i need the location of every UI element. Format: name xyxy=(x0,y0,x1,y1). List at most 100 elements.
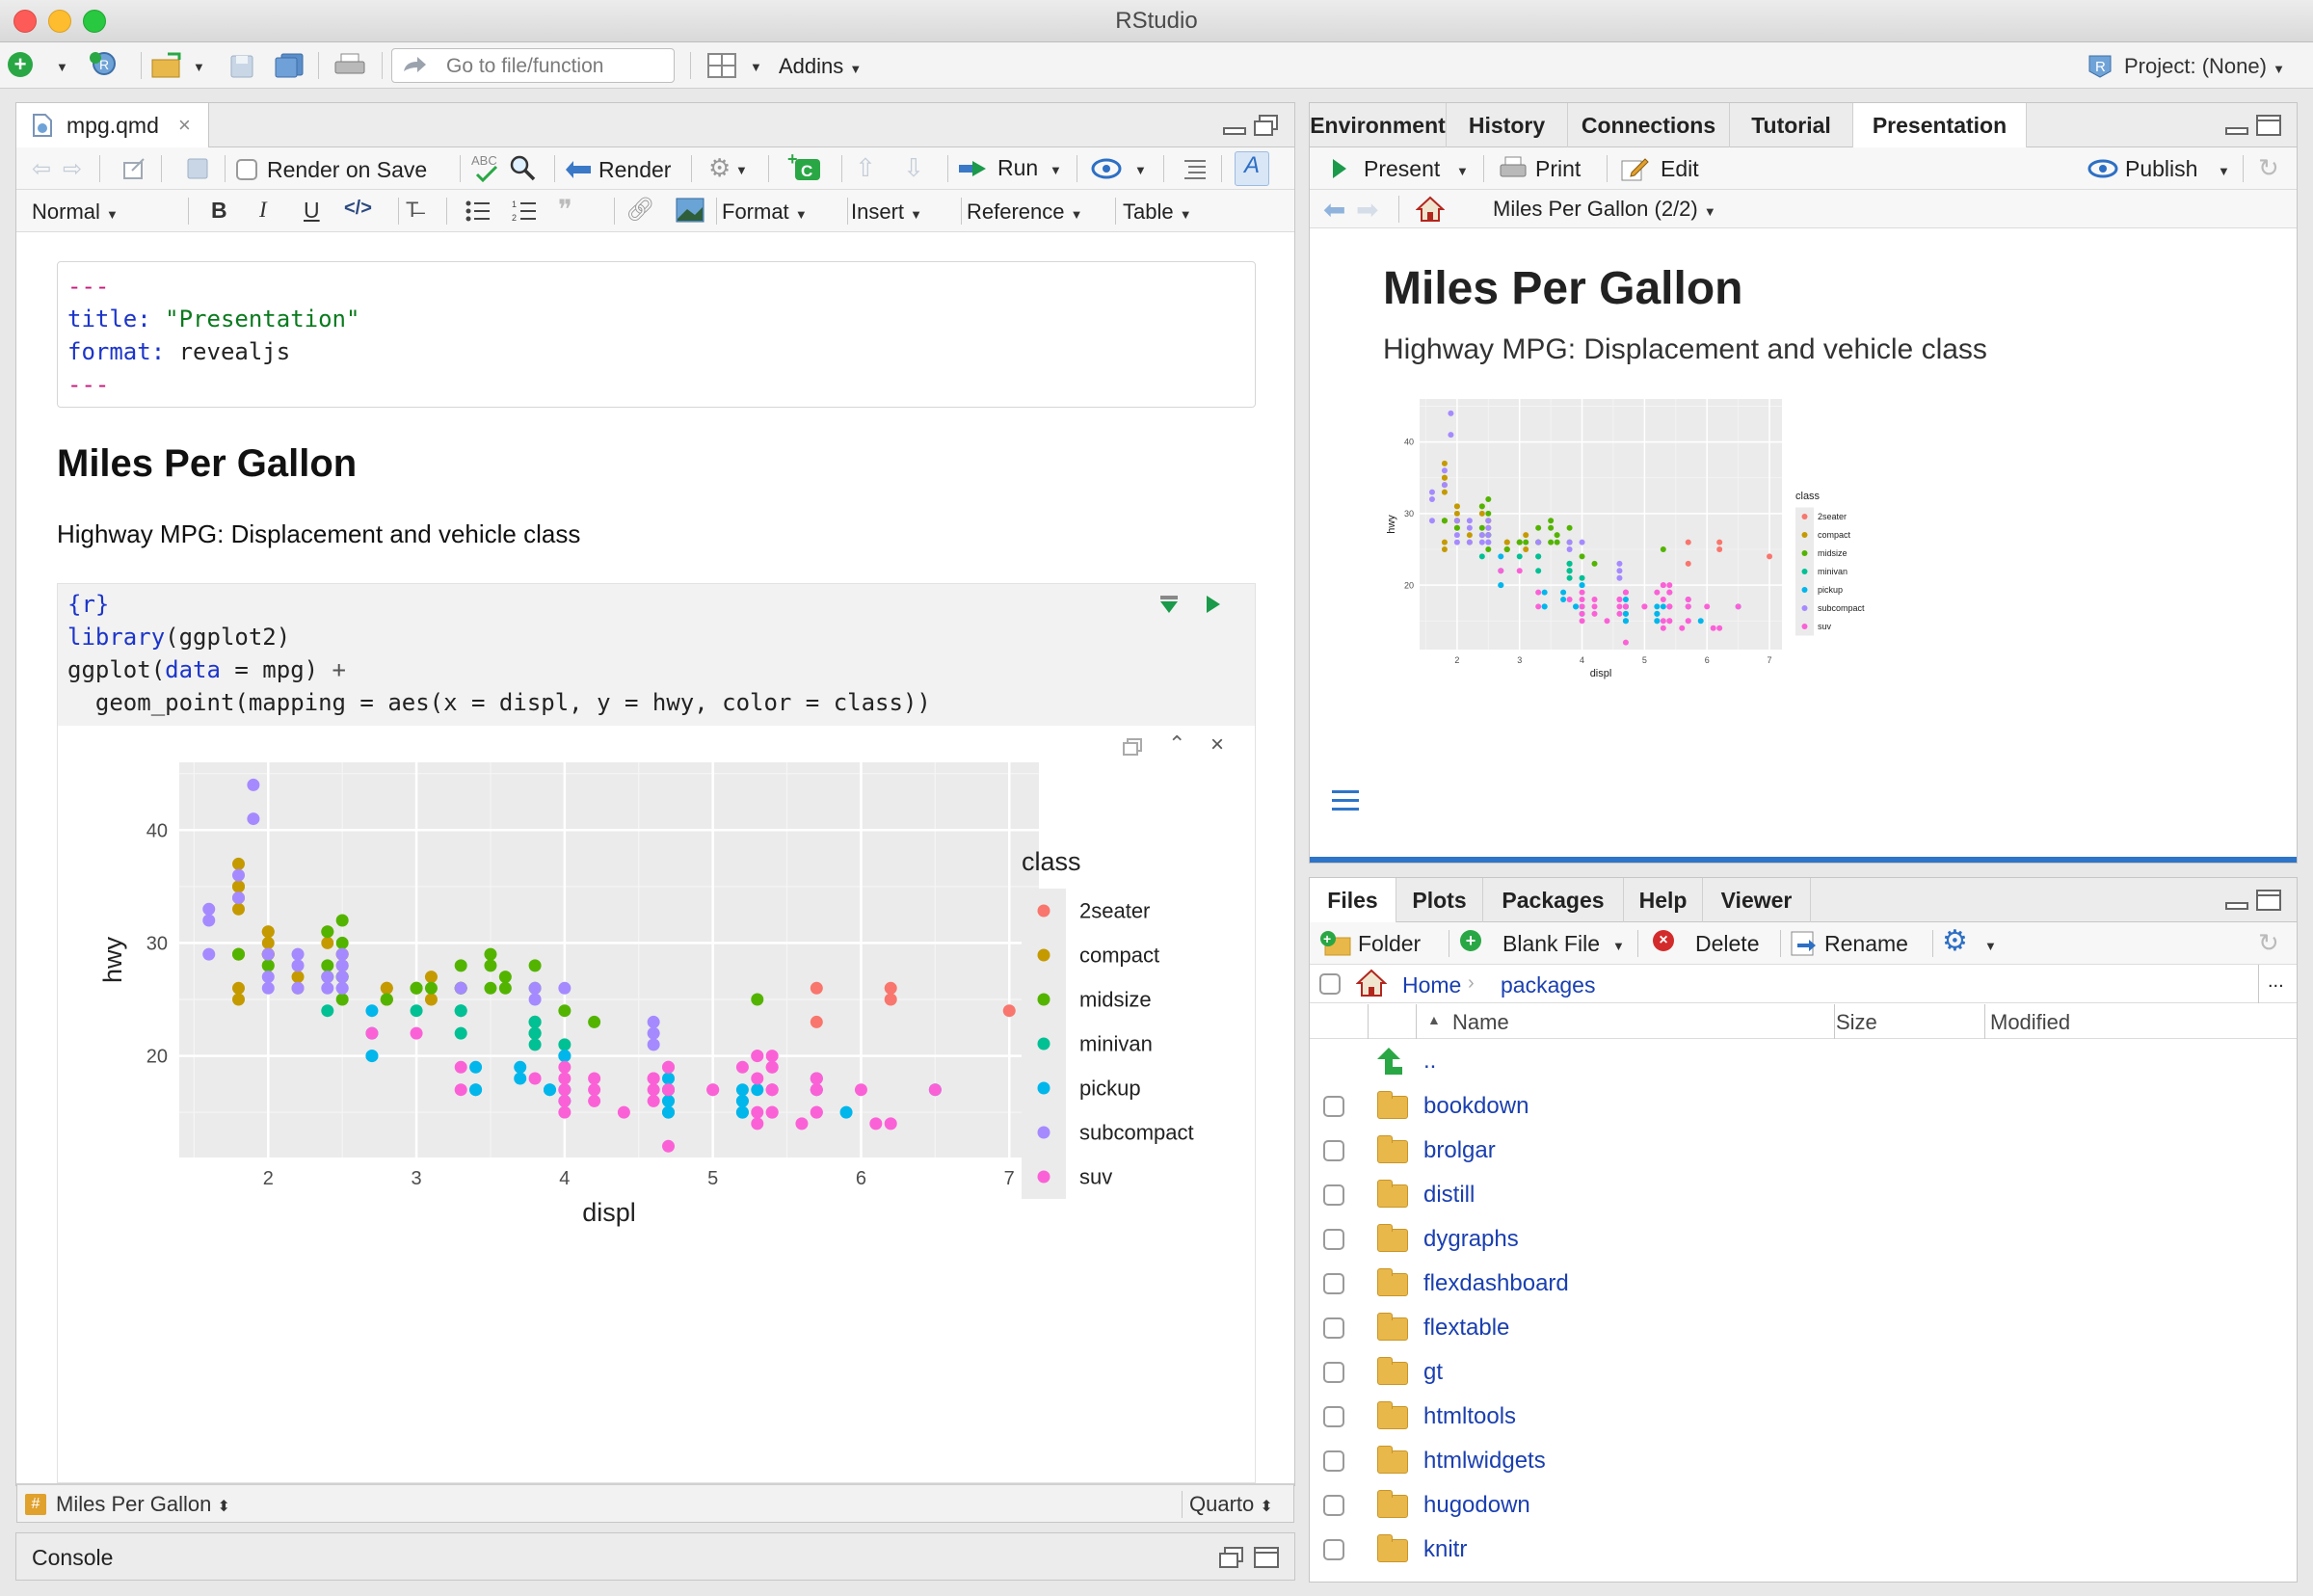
link-icon[interactable]: 🔗︎ xyxy=(625,196,654,224)
home-slide-icon[interactable] xyxy=(1416,196,1445,223)
file-name-link[interactable]: brolgar xyxy=(1423,1137,1496,1164)
pane-layout-icon[interactable] xyxy=(707,52,736,79)
show-in-window-icon[interactable] xyxy=(122,157,146,180)
find-icon[interactable] xyxy=(508,153,537,182)
file-name-link[interactable]: gt xyxy=(1423,1359,1443,1386)
paragraph-style-select[interactable]: Normal ▼ xyxy=(32,200,119,225)
home-icon[interactable] xyxy=(1356,969,1387,998)
doc-heading[interactable]: Miles Per Gallon xyxy=(57,442,357,486)
column-size[interactable]: Size xyxy=(1836,1010,1877,1035)
render-on-save-checkbox[interactable] xyxy=(236,159,257,180)
delete-button[interactable]: Delete xyxy=(1695,931,1759,957)
present-button[interactable]: Present xyxy=(1364,156,1440,182)
section-navigator[interactable]: Miles Per Gallon ⬍ xyxy=(56,1492,230,1517)
blank-file-button[interactable]: Blank File xyxy=(1502,931,1600,957)
underline-icon[interactable]: U xyxy=(304,198,320,224)
run-dropdown-icon[interactable]: ▼ xyxy=(1050,163,1062,177)
file-name-link[interactable]: htmltools xyxy=(1423,1403,1516,1430)
image-icon[interactable] xyxy=(676,198,705,223)
visual-editor-toggle-icon[interactable]: A xyxy=(1235,151,1269,186)
tab-environment[interactable]: Environment xyxy=(1310,103,1447,147)
spellcheck-icon[interactable]: ABC xyxy=(469,151,504,186)
file-name-link[interactable]: htmlwidgets xyxy=(1423,1448,1546,1475)
new-folder-button[interactable]: Folder xyxy=(1358,931,1421,957)
bold-icon[interactable]: B xyxy=(211,198,227,224)
publish-doc-icon[interactable] xyxy=(1090,155,1123,182)
document-outline-icon[interactable] xyxy=(1183,157,1208,180)
present-play-icon[interactable] xyxy=(1331,157,1348,180)
rename-button[interactable]: Rename xyxy=(1824,931,1908,957)
file-row[interactable]: flextable xyxy=(1310,1306,2297,1350)
next-slide-icon[interactable]: ➡ xyxy=(1356,194,1378,226)
edit-button[interactable]: Edit xyxy=(1661,156,1699,182)
present-dropdown-icon[interactable]: ▼ xyxy=(1456,164,1469,178)
file-name-link[interactable]: flexdashboard xyxy=(1423,1270,1569,1297)
render-icon[interactable] xyxy=(564,157,593,182)
publish-button[interactable]: Publish xyxy=(2125,156,2197,182)
tab-history[interactable]: History xyxy=(1447,103,1568,147)
run-chunk-icon[interactable] xyxy=(1205,594,1222,615)
clear-formatting-icon[interactable]: T̶ xyxy=(406,198,418,223)
parent-dir-row[interactable]: .. xyxy=(1310,1040,2297,1084)
tab-mpg-qmd[interactable]: mpg.qmd × xyxy=(16,103,209,148)
file-row-checkbox[interactable] xyxy=(1323,1140,1344,1161)
format-menu[interactable]: Format ▼ xyxy=(722,200,808,225)
file-row[interactable]: hugodown xyxy=(1310,1483,2297,1528)
table-menu[interactable]: Table ▼ xyxy=(1123,200,1192,225)
code-icon[interactable]: </> xyxy=(344,198,372,220)
file-row-checkbox[interactable] xyxy=(1323,1539,1344,1560)
new-project-icon[interactable]: R xyxy=(89,50,121,79)
file-name-link[interactable]: knitr xyxy=(1423,1536,1467,1563)
file-row[interactable]: htmltools xyxy=(1310,1395,2297,1439)
slide-menu-hamburger-icon[interactable] xyxy=(1331,788,1360,813)
tab-viewer[interactable]: Viewer xyxy=(1703,878,1811,922)
select-all-checkbox[interactable] xyxy=(1319,973,1341,995)
italic-icon[interactable]: I xyxy=(259,198,267,223)
file-name-link[interactable]: flextable xyxy=(1423,1315,1509,1342)
file-row[interactable]: distill xyxy=(1310,1173,2297,1217)
tab-files[interactable]: Files xyxy=(1310,878,1396,923)
pane-layout-dropdown-icon[interactable]: ▼ xyxy=(750,60,762,74)
minimize-pane-icon[interactable] xyxy=(1223,120,1246,136)
blank-file-dropdown-icon[interactable]: ▼ xyxy=(1612,939,1625,953)
file-row[interactable]: dygraphs xyxy=(1310,1217,2297,1262)
doc-paragraph[interactable]: Highway MPG: Displacement and vehicle cl… xyxy=(57,519,580,549)
new-file-icon[interactable]: + xyxy=(8,52,33,77)
rename-icon[interactable] xyxy=(1790,930,1819,957)
forward-arrow-icon[interactable]: ⇨ xyxy=(63,155,82,183)
previous-slide-icon[interactable]: ⬅ xyxy=(1323,194,1345,226)
breadcrumb-packages[interactable]: packages xyxy=(1501,972,1595,998)
file-row-checkbox[interactable] xyxy=(1323,1362,1344,1383)
file-type-select[interactable]: Quarto ⬍ xyxy=(1189,1492,1273,1517)
file-row[interactable]: bookdown xyxy=(1310,1084,2297,1129)
refresh-icon[interactable]: ↻ xyxy=(2258,153,2279,183)
file-row-checkbox[interactable] xyxy=(1323,1273,1344,1294)
publish-doc-dropdown-icon[interactable]: ▼ xyxy=(1134,163,1147,177)
publish-dropdown-icon[interactable]: ▼ xyxy=(2218,164,2230,178)
tab-plots[interactable]: Plots xyxy=(1396,878,1483,922)
more-file-commands-gear-icon[interactable]: ⚙ xyxy=(1942,924,1968,958)
file-row-checkbox[interactable] xyxy=(1323,1450,1344,1472)
close-tab-icon[interactable]: × xyxy=(178,113,191,138)
run-icon[interactable] xyxy=(957,159,990,178)
go-to-directory-button[interactable]: ... xyxy=(2268,971,2284,993)
maximize-pane-icon[interactable] xyxy=(2256,890,2281,913)
tab-tutorial[interactable]: Tutorial xyxy=(1730,103,1853,147)
file-row-checkbox[interactable] xyxy=(1323,1229,1344,1250)
print-presentation-icon[interactable] xyxy=(1499,155,1528,180)
slide-select[interactable]: Miles Per Gallon (2/2) ▼ xyxy=(1493,197,1716,222)
tab-packages[interactable]: Packages xyxy=(1483,878,1624,922)
insert-chunk-icon[interactable]: C+ xyxy=(787,151,822,184)
tab-help[interactable]: Help xyxy=(1624,878,1703,922)
addins-menu[interactable]: Addins ▼ xyxy=(779,54,862,79)
tab-presentation[interactable]: Presentation xyxy=(1853,103,2027,148)
new-file-dropdown-icon[interactable]: ▼ xyxy=(56,60,68,74)
refresh-files-icon[interactable]: ↻ xyxy=(2258,928,2279,958)
publish-icon[interactable] xyxy=(2087,157,2119,180)
minimize-pane-icon[interactable] xyxy=(2225,120,2248,136)
render-options-gear-icon[interactable]: ⚙ xyxy=(708,153,731,183)
file-row[interactable]: htmlwidgets xyxy=(1310,1439,2297,1483)
file-row-checkbox[interactable] xyxy=(1323,1406,1344,1427)
file-name-link[interactable]: bookdown xyxy=(1423,1093,1529,1120)
file-row-checkbox[interactable] xyxy=(1323,1096,1344,1117)
